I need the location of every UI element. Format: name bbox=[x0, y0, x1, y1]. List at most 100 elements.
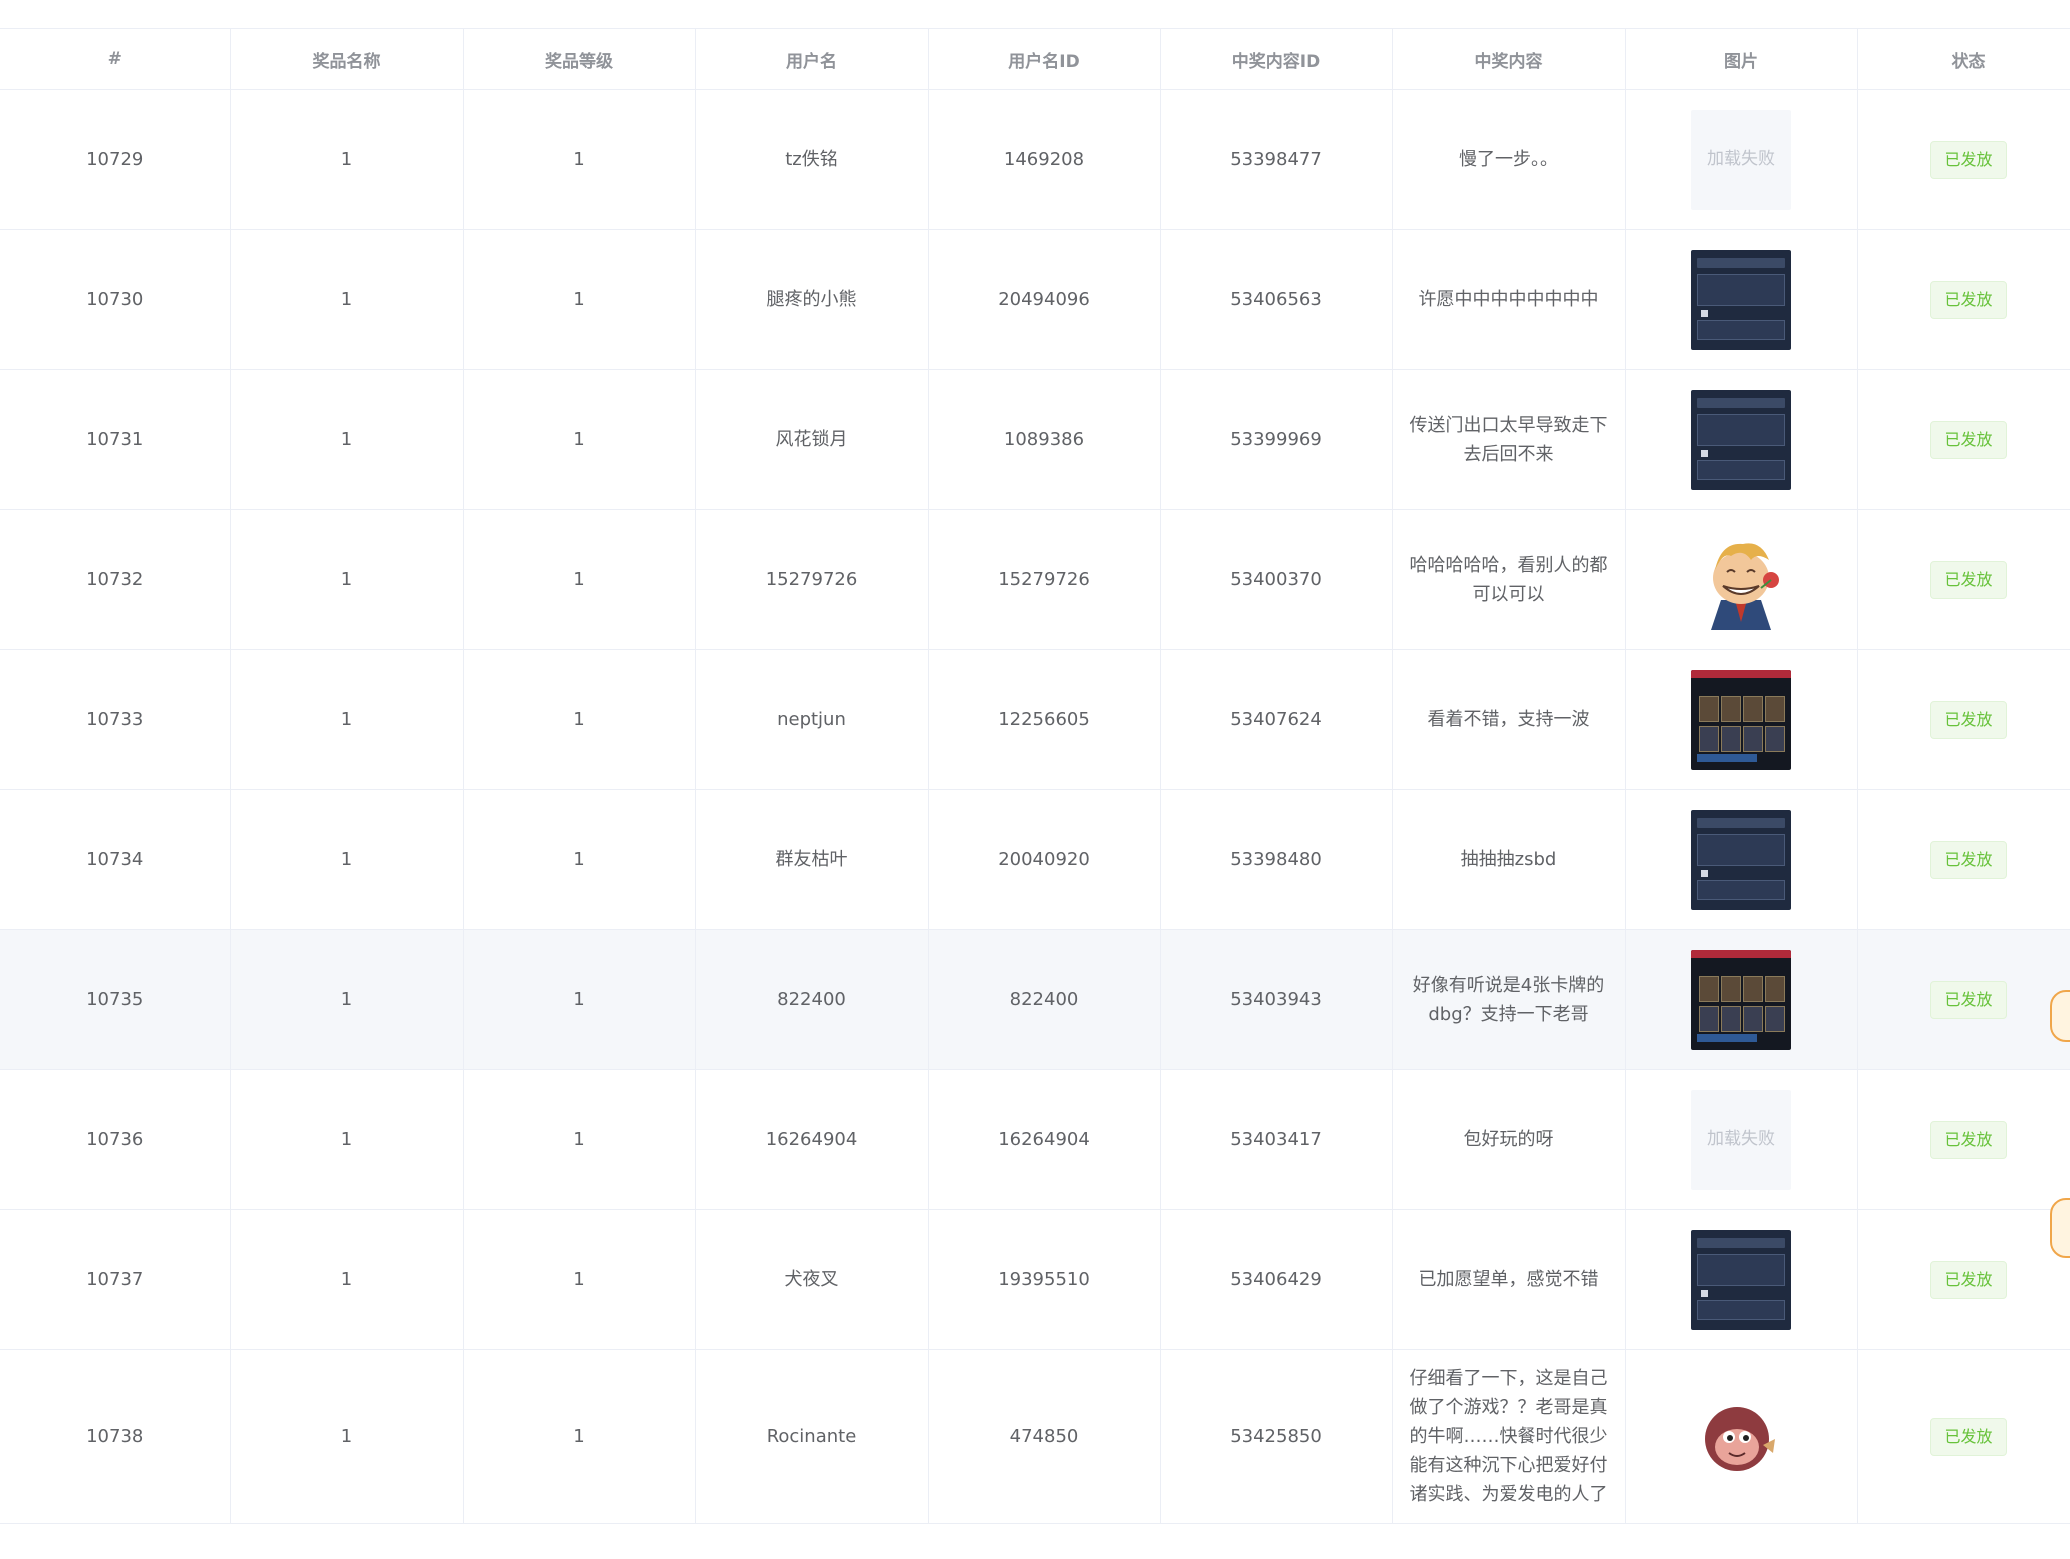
user-id-cell: 474850 bbox=[928, 1349, 1161, 1524]
col-header-status[interactable]: 状态 bbox=[1857, 28, 2070, 90]
image-load-failed-placeholder[interactable]: 加载失败 bbox=[1691, 1089, 1791, 1190]
table-row[interactable]: 10734 1 1 群友枯叶 20040920 53398480 抽抽抽zsbd 已发放 bbox=[0, 789, 2070, 930]
content-cell: 慢了一步。。 bbox=[1392, 89, 1626, 230]
content-id-cell: 53398480 bbox=[1160, 789, 1393, 930]
status-badge: 已发放 bbox=[1930, 280, 2007, 319]
status-cell: 已发放 bbox=[1857, 229, 2070, 370]
content-id-cell: 53399969 bbox=[1160, 369, 1393, 510]
user-id-cell: 1089386 bbox=[928, 369, 1161, 510]
username-cell: Rocinante bbox=[695, 1349, 929, 1524]
row-id-cell: 10738 bbox=[0, 1349, 231, 1524]
col-header-prize-level[interactable]: 奖品等级 bbox=[463, 28, 696, 90]
prize-name-cell: 1 bbox=[230, 649, 464, 790]
username-cell: tz佚铭 bbox=[695, 89, 929, 230]
content-id-cell: 53425850 bbox=[1160, 1349, 1393, 1524]
prize-name-cell: 1 bbox=[230, 789, 464, 930]
image-cell bbox=[1625, 649, 1858, 790]
prize-level-cell: 1 bbox=[463, 509, 696, 650]
screenshot-thumbnail[interactable] bbox=[1691, 1229, 1791, 1330]
status-cell: 已发放 bbox=[1857, 649, 2070, 790]
user-id-cell: 20040920 bbox=[928, 789, 1161, 930]
content-cell: 许愿中中中中中中中中 bbox=[1392, 229, 1626, 370]
status-cell: 已发放 bbox=[1857, 929, 2070, 1070]
cartoon-avatar-thumbnail[interactable] bbox=[1691, 530, 1791, 630]
prize-level-cell: 1 bbox=[463, 89, 696, 230]
prize-level-cell: 1 bbox=[463, 789, 696, 930]
status-badge: 已发放 bbox=[1930, 700, 2007, 739]
username-cell: 16264904 bbox=[695, 1069, 929, 1210]
image-cell bbox=[1625, 789, 1858, 930]
status-badge: 已发放 bbox=[1930, 560, 2007, 599]
table-row[interactable]: 10738 1 1 Rocinante 474850 53425850 仔细看了一下，这是自… bbox=[0, 1349, 2070, 1524]
status-cell: 已发放 bbox=[1857, 89, 2070, 230]
col-header-username[interactable]: 用户名 bbox=[695, 28, 929, 90]
user-id-cell: 12256605 bbox=[928, 649, 1161, 790]
table-row[interactable]: 10730 1 1 腿疼的小熊 20494096 53406563 许愿中中中中中中中中 已发… bbox=[0, 229, 2070, 370]
col-header-image[interactable]: 图片 bbox=[1625, 28, 1858, 90]
content-cell: 传送门出口太早导致走下去后回不来 bbox=[1392, 369, 1626, 510]
screenshot-thumbnail[interactable] bbox=[1691, 249, 1791, 350]
user-id-cell: 19395510 bbox=[928, 1209, 1161, 1350]
prize-name-cell: 1 bbox=[230, 1209, 464, 1350]
status-badge: 已发放 bbox=[1930, 140, 2007, 179]
content-cell: 好像有听说是4张卡牌的dbg？支持一下老哥 bbox=[1392, 929, 1626, 1070]
content-id-cell: 53407624 bbox=[1160, 649, 1393, 790]
username-cell: 犬夜叉 bbox=[695, 1209, 929, 1350]
image-cell bbox=[1625, 229, 1858, 370]
table-row[interactable]: 10733 1 1 neptjun 12256605 53407624 看着不错，支持一波已… bbox=[0, 649, 2070, 790]
status-badge: 已发放 bbox=[1930, 840, 2007, 879]
prize-level-cell: 1 bbox=[463, 1069, 696, 1210]
user-id-cell: 16264904 bbox=[928, 1069, 1161, 1210]
status-cell: 已发放 bbox=[1857, 1069, 2070, 1210]
status-cell: 已发放 bbox=[1857, 509, 2070, 650]
col-header-id[interactable]: # bbox=[0, 28, 231, 90]
col-header-content-id[interactable]: 中奖内容ID bbox=[1160, 28, 1393, 90]
username-cell: 腿疼的小熊 bbox=[695, 229, 929, 370]
username-cell: 风花锁月 bbox=[695, 369, 929, 510]
table-row[interactable]: 10737 1 1 犬夜叉 19395510 53406429 已加愿望单，感觉不错 已发放 bbox=[0, 1209, 2070, 1350]
username-cell: 822400 bbox=[695, 929, 929, 1070]
table-row[interactable]: 10731 1 1 风花锁月 1089386 53399969 传送门出口太早导致走下去后回… bbox=[0, 369, 2070, 510]
game-screenshot-thumbnail[interactable] bbox=[1691, 949, 1791, 1050]
col-header-prize-name[interactable]: 奖品名称 bbox=[230, 28, 464, 90]
content-cell: 仔细看了一下，这是自己做了个游戏？？老哥是真的牛啊……快餐时代很少能有这种沉下心… bbox=[1392, 1349, 1626, 1524]
prize-name-cell: 1 bbox=[230, 1349, 464, 1524]
content-id-cell: 53403417 bbox=[1160, 1069, 1393, 1210]
content-cell: 已加愿望单，感觉不错 bbox=[1392, 1209, 1626, 1350]
cartoon-avatar-thumbnail[interactable] bbox=[1691, 1387, 1791, 1487]
status-badge: 已发放 bbox=[1930, 420, 2007, 459]
status-badge: 已发放 bbox=[1930, 980, 2007, 1019]
image-cell: 加载失败 bbox=[1625, 89, 1858, 230]
table-header-row: # 奖品名称 奖品等级 用户名 用户名ID 中奖内容ID 中奖内容 图片 状态 bbox=[0, 28, 2070, 90]
grinning-character-icon bbox=[1711, 542, 1779, 630]
prize-table: # 奖品名称 奖品等级 用户名 用户名ID 中奖内容ID 中奖内容 图片 状态 … bbox=[0, 28, 2070, 1524]
table-row[interactable]: 10736 1 1 16264904 16264904 53403417 包好玩的呀 加载失败… bbox=[0, 1069, 2070, 1210]
status-cell: 已发放 bbox=[1857, 1349, 2070, 1524]
prize-level-cell: 1 bbox=[463, 369, 696, 510]
image-cell bbox=[1625, 929, 1858, 1070]
table-row[interactable]: 10729 1 1 tz佚铭 1469208 53398477 慢了一步。。 加载失败 已发放 bbox=[0, 89, 2070, 230]
row-id-cell: 10730 bbox=[0, 229, 231, 370]
prize-name-cell: 1 bbox=[230, 1069, 464, 1210]
status-cell: 已发放 bbox=[1857, 369, 2070, 510]
col-header-user-id[interactable]: 用户名ID bbox=[928, 28, 1161, 90]
screenshot-thumbnail[interactable] bbox=[1691, 389, 1791, 490]
image-load-failed-placeholder[interactable]: 加载失败 bbox=[1691, 109, 1791, 210]
table-row[interactable]: 10732 1 1 15279726 15279726 53400370 哈哈哈哈哈，看别人… bbox=[0, 509, 2070, 650]
content-cell: 包好玩的呀 bbox=[1392, 1069, 1626, 1210]
prize-name-cell: 1 bbox=[230, 369, 464, 510]
row-id-cell: 10735 bbox=[0, 929, 231, 1070]
floating-side-button[interactable] bbox=[2050, 990, 2070, 1042]
content-cell: 哈哈哈哈哈，看别人的都可以可以 bbox=[1392, 509, 1626, 650]
image-cell: 加载失败 bbox=[1625, 1069, 1858, 1210]
content-id-cell: 53403943 bbox=[1160, 929, 1393, 1070]
screenshot-thumbnail[interactable] bbox=[1691, 809, 1791, 910]
prize-level-cell: 1 bbox=[463, 929, 696, 1070]
prize-level-cell: 1 bbox=[463, 1209, 696, 1350]
floating-side-button[interactable] bbox=[2050, 1198, 2070, 1258]
col-header-content[interactable]: 中奖内容 bbox=[1392, 28, 1626, 90]
game-screenshot-thumbnail[interactable] bbox=[1691, 669, 1791, 770]
table-row[interactable]: 10735 1 1 822400 822400 53403943 好像有听说是4张卡牌的db… bbox=[0, 929, 2070, 1070]
prize-name-cell: 1 bbox=[230, 89, 464, 230]
row-id-cell: 10733 bbox=[0, 649, 231, 790]
